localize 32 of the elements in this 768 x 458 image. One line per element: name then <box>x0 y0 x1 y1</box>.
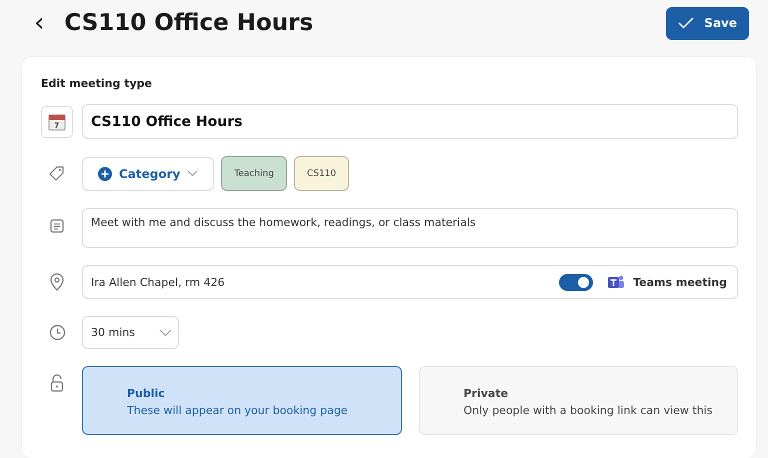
calendar-icon <box>47 112 67 132</box>
calendar-button[interactable] <box>41 106 73 138</box>
category-tag[interactable]: Teaching <box>221 156 287 191</box>
location-text: Ira Allen Chapel, rm 426 <box>91 276 225 288</box>
unlocked-padlock-icon <box>50 374 64 392</box>
option-title: Public <box>127 386 166 402</box>
option-description: These will appear on your booking page <box>127 403 349 419</box>
toggle-switch[interactable] <box>559 274 594 290</box>
description-field[interactable]: Meet with me and discuss the homework, readings, or class materials <box>82 208 738 248</box>
location-pin-icon <box>49 273 65 291</box>
duration-dropdown[interactable]: 30 mins <box>82 316 179 349</box>
category-tag[interactable]: CS110 <box>294 156 350 191</box>
save-button[interactable]: Save <box>666 6 749 40</box>
section-heading: Edit meeting type <box>41 77 153 90</box>
chevron-down-icon <box>159 328 172 336</box>
location-field[interactable]: Ira Allen Chapel, rm 426 Teams meeting <box>82 265 738 299</box>
notes-icon <box>49 218 65 234</box>
clock-icon <box>48 324 66 341</box>
teams-logo-icon <box>607 274 626 290</box>
visibility-option[interactable]: Private Only people with a booking link can view this <box>418 366 738 435</box>
back-button[interactable]: ‹ <box>30 10 48 36</box>
category-dropdown[interactable]: Category <box>82 156 214 190</box>
checkmark-icon <box>678 17 694 29</box>
chevron-down-icon <box>187 170 198 177</box>
option-description: Only people with a booking link can view this <box>464 403 714 419</box>
option-title: Private <box>464 386 510 402</box>
visibility-option[interactable]: Public These will appear on your booking page <box>82 366 402 435</box>
teams-label: Teams meeting <box>633 276 727 288</box>
page-title: CS110 Office Hours <box>64 10 314 36</box>
title-field[interactable]: CS110 Office Hours <box>82 104 738 139</box>
plus-circle-icon <box>98 166 112 180</box>
tag-icon <box>48 164 66 182</box>
